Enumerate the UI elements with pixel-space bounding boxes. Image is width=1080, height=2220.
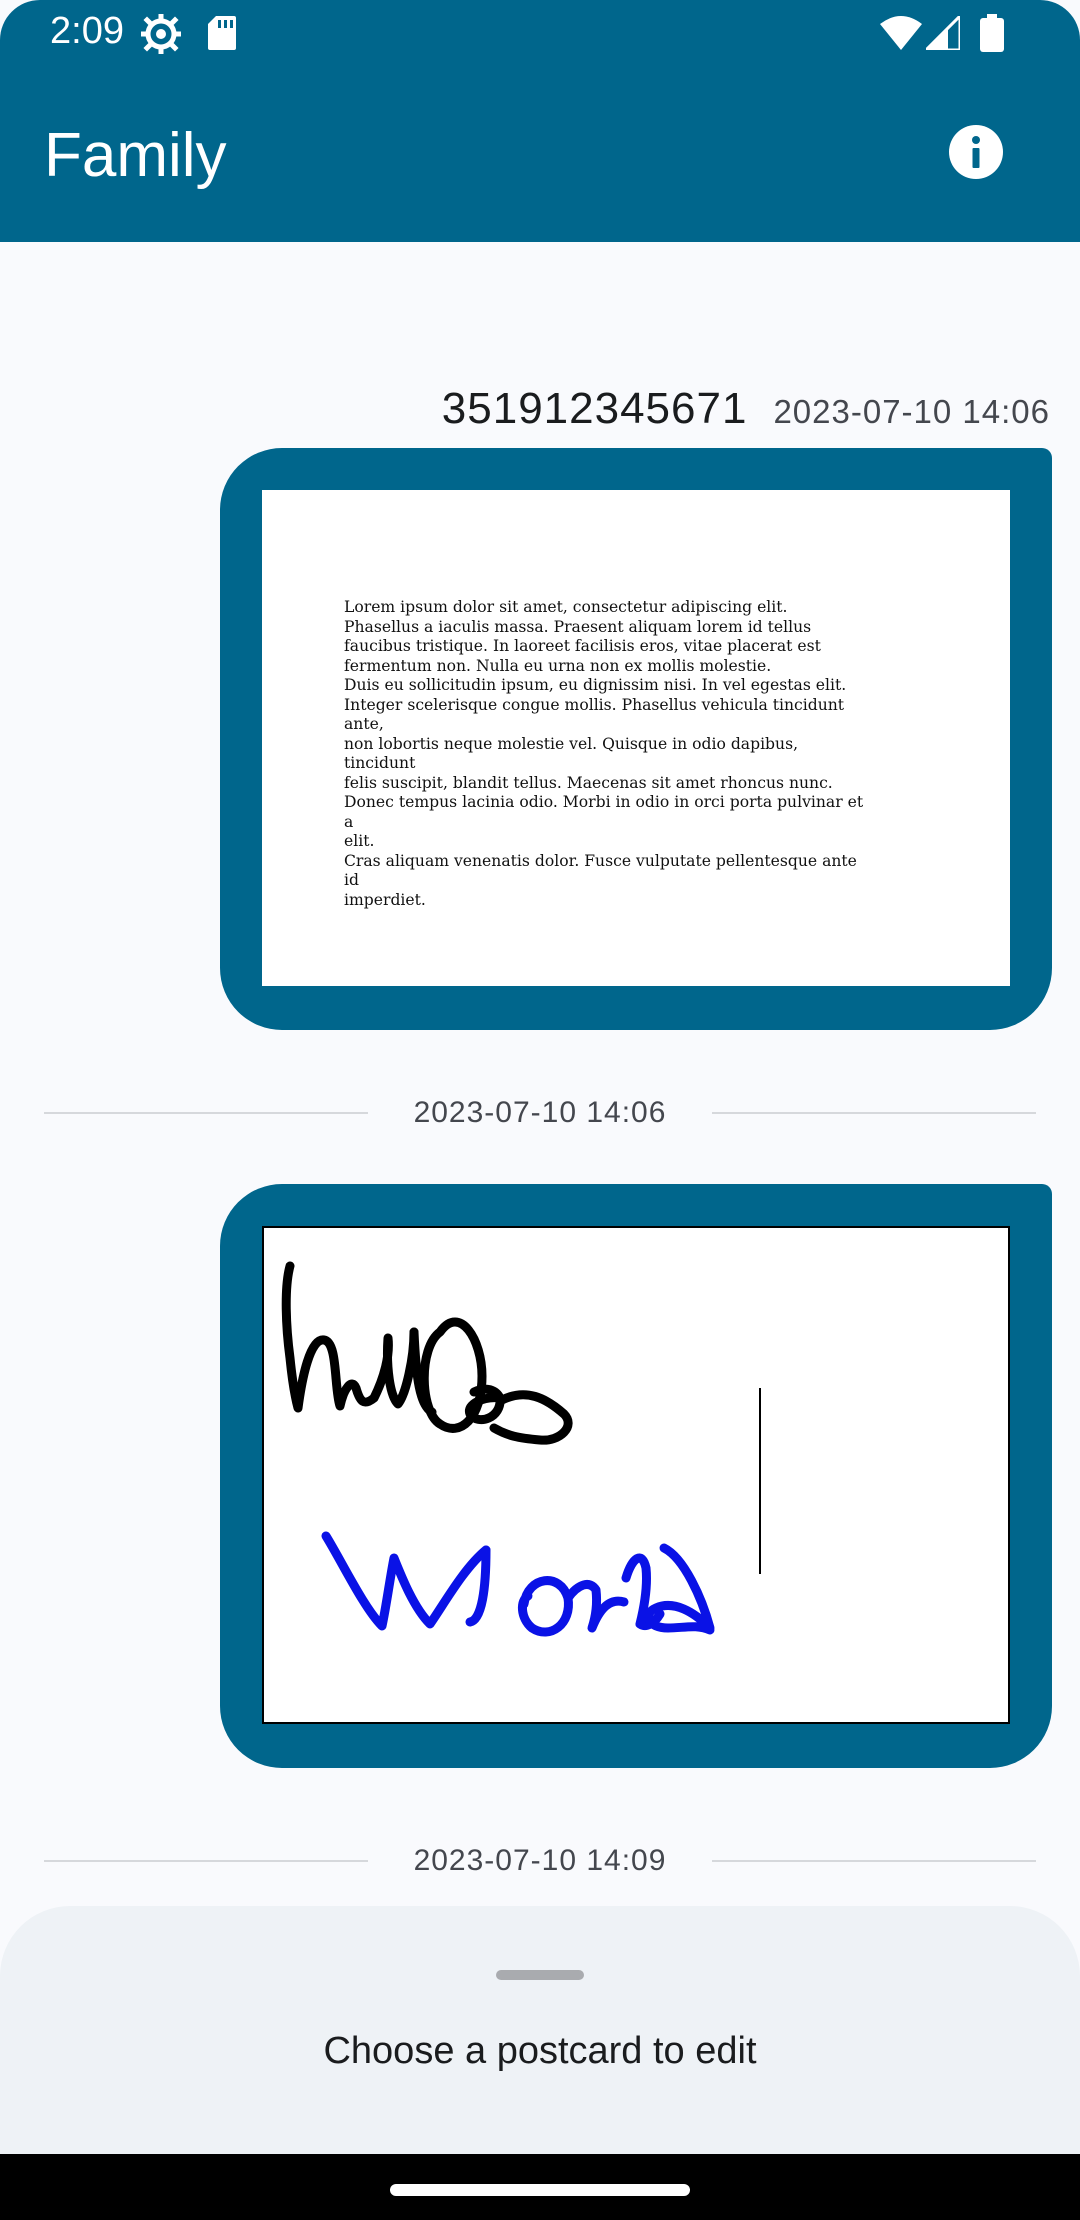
message-time: 2023-07-10 14:06 — [773, 393, 1050, 430]
battery-icon — [980, 14, 1004, 52]
drag-handle[interactable] — [496, 1970, 584, 1980]
drawing-hello — [281, 1261, 573, 1445]
navigation-bar — [0, 2154, 1080, 2220]
divider-date: 2023-07-10 14:09 — [413, 1844, 667, 1877]
divider-line — [712, 1860, 1036, 1862]
text-line: Phasellus a iaculis massa. Praesent aliq… — [344, 617, 812, 636]
handwritten-drawing — [281, 1261, 761, 1637]
stroke — [321, 1531, 491, 1631]
status-time: 2:09 — [50, 10, 124, 52]
home-gesture-handle[interactable] — [390, 2184, 690, 2196]
settings-gear-icon — [141, 14, 181, 54]
text-line: faucibus tristique. In laoreet facilisis… — [344, 637, 821, 655]
text-line: Lorem ipsum dolor sit amet, consectetur … — [344, 598, 788, 616]
stroke — [281, 1261, 419, 1413]
info-icon — [949, 125, 1003, 179]
text-line: fermentum non. Nulla eu urna non ex moll… — [344, 656, 772, 675]
text-line: Duis eu sollicitudin ipsum, eu dignissim… — [344, 676, 847, 694]
text-line: imperdiet. — [344, 890, 426, 909]
status-bar: 2:09 — [0, 0, 1080, 66]
screen: 2:09 Family 351912345671 2023-07-10 14:0… — [0, 0, 1080, 2220]
stroke — [563, 1579, 629, 1633]
divider-line — [712, 1112, 1036, 1114]
postcard-body-text: Lorem ipsum dolor sit amet, consectetur … — [344, 598, 864, 910]
sender-number: 351912345671 — [441, 384, 748, 433]
sd-card-icon — [208, 16, 236, 50]
text-line: non lobortis neque molestie vel. Quisque… — [344, 734, 799, 773]
text-line: elit. — [344, 832, 375, 850]
stroke — [489, 1390, 573, 1445]
bottom-sheet-text: Choose a postcard to edit — [323, 2030, 757, 2072]
postcard-canvas: Lorem ipsum dolor sit amet, consectetur … — [262, 490, 1010, 986]
text-line: Cras aliquam venenatis dolor. Fusce vulp… — [344, 851, 857, 890]
app-bar: Family — [0, 66, 1080, 242]
app-title: Family — [44, 121, 227, 190]
bottom-sheet[interactable]: Choose a postcard to edit — [0, 1906, 1080, 2156]
info-button[interactable] — [944, 120, 1008, 184]
text-line: Integer scelerisque congue mollis. Phase… — [344, 695, 845, 734]
date-divider: 2023-07-10 14:06 — [44, 1088, 1036, 1138]
message-header: 351912345671 2023-07-10 14:06 — [442, 384, 1050, 444]
divider-line — [44, 1860, 368, 1862]
text-line: felis suscipit, blandit tellus. Maecenas… — [344, 773, 833, 792]
cell-signal-icon — [926, 16, 960, 50]
drawing-world — [321, 1531, 715, 1637]
stroke — [621, 1553, 665, 1631]
date-divider: 2023-07-10 14:09 — [44, 1836, 1036, 1886]
divider-date: 2023-07-10 14:06 — [413, 1096, 667, 1129]
text-line: Donec tempus lacinia odio. Morbi in odio… — [344, 793, 864, 831]
postcard-canvas — [262, 1226, 1010, 1724]
divider-line — [44, 1112, 368, 1114]
stroke — [518, 1576, 573, 1637]
wifi-icon — [880, 16, 922, 50]
postcard-text[interactable]: Lorem ipsum dolor sit amet, consectetur … — [220, 448, 1052, 1030]
postcard-drawing[interactable] — [220, 1184, 1052, 1768]
